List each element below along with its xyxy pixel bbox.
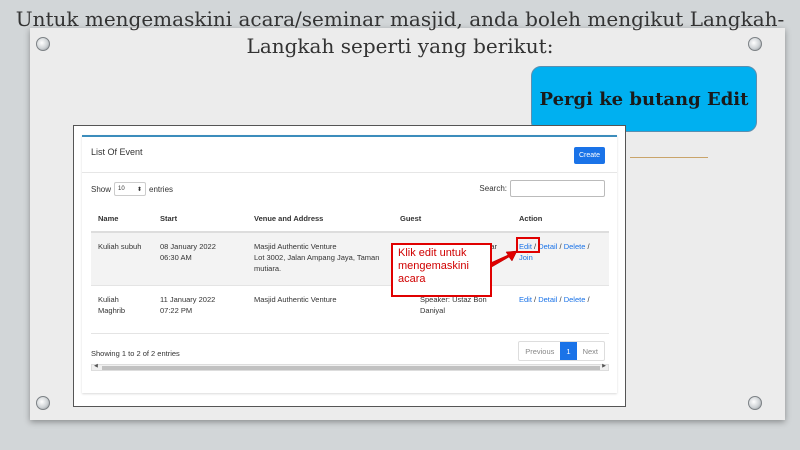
table-info: Showing 1 to 2 of 2 entries (91, 349, 180, 358)
scrollbar-thumb[interactable] (102, 366, 600, 370)
slide-heading: Untuk mengemaskini acara/seminar masjid,… (15, 7, 785, 58)
horizontal-scrollbar[interactable]: ◀ ▶ (91, 363, 609, 371)
event-actions: Edit / Detail / Delete / (512, 285, 609, 334)
event-start-date: 08 January 2022 (160, 242, 216, 251)
pagination: Previous 1 Next (518, 341, 605, 361)
table-row: Kuliah Maghrib 11 January 2022 07:22 PM … (91, 285, 609, 334)
events-table: Name Start Venue and Address Guest Actio… (91, 205, 609, 334)
column-header-action[interactable]: Action (512, 205, 609, 233)
event-start-time: 07:22 PM (160, 305, 193, 315)
event-address: Lot 3002, Jalan Ampang Jaya, Taman mutia… (254, 253, 380, 273)
event-venue-name: Masjid Authentic Venture (254, 294, 337, 304)
page-1-button[interactable]: 1 (560, 342, 577, 360)
join-link[interactable]: Join (519, 253, 533, 262)
action-separator: / (559, 242, 562, 251)
action-separator: / (587, 294, 590, 304)
create-button[interactable]: Create (573, 147, 605, 164)
next-page-button[interactable]: Next (577, 342, 604, 360)
event-name: Kuliah subuh (91, 232, 153, 286)
instruction-annotation: Klik edit untuk mengemaskini acara (391, 243, 492, 297)
entries-length-select[interactable]: 10 ⬍ (114, 182, 147, 196)
panel-title: List Of Event (91, 147, 143, 157)
action-separator: / (559, 294, 562, 304)
search-input[interactable] (510, 180, 605, 197)
sort-arrows-icon: ⬍ (136, 186, 143, 193)
event-venue-name: Masjid Authentic Venture (254, 242, 337, 251)
action-separator: / (534, 294, 537, 304)
search-label: Search: (479, 184, 507, 193)
event-start-time: 06:30 AM (160, 253, 192, 262)
scroll-right-icon[interactable]: ▶ (602, 363, 606, 369)
event-start-date: 11 January 2022 (160, 294, 216, 304)
search-control: Search: (479, 180, 605, 197)
event-name: Kuliah Maghrib (91, 285, 153, 334)
edit-link[interactable]: Edit (519, 295, 532, 304)
scroll-left-icon[interactable]: ◀ (94, 363, 98, 369)
action-separator: / (587, 242, 590, 251)
pin-icon (748, 396, 762, 410)
column-header-name[interactable]: Name (91, 205, 153, 233)
event-venue: Masjid Authentic Venture (247, 285, 393, 334)
pin-icon (36, 396, 50, 410)
detail-link[interactable]: Detail (538, 242, 557, 251)
show-label: Show (91, 184, 112, 194)
entries-label: entries (149, 184, 174, 194)
event-venue: Masjid Authentic Venture Lot 3002, Jalan… (247, 232, 393, 286)
event-start: 08 January 2022 06:30 AM (153, 232, 247, 286)
detail-link[interactable]: Detail (538, 295, 557, 304)
previous-page-button[interactable]: Previous (519, 342, 560, 360)
app-screenshot: List Of Event Create Show 10 ⬍ entries S… (73, 125, 626, 407)
panel-divider (82, 172, 617, 173)
decorative-line (630, 157, 708, 158)
table-header-row: Name Start Venue and Address Guest Actio… (91, 205, 609, 233)
column-header-guest[interactable]: Guest (393, 205, 512, 233)
event-start: 11 January 2022 07:22 PM (153, 285, 247, 334)
column-header-venue[interactable]: Venue and Address (247, 205, 393, 233)
length-control: Show 10 ⬍ entries (91, 182, 173, 196)
length-value: 10 (118, 186, 125, 192)
instruction-callout: Pergi ke butang Edit (531, 66, 757, 132)
event-list-panel: List Of Event Create Show 10 ⬍ entries S… (82, 135, 617, 393)
delete-link[interactable]: Delete (564, 295, 586, 304)
delete-link[interactable]: Delete (564, 242, 586, 251)
column-header-start[interactable]: Start (153, 205, 247, 233)
